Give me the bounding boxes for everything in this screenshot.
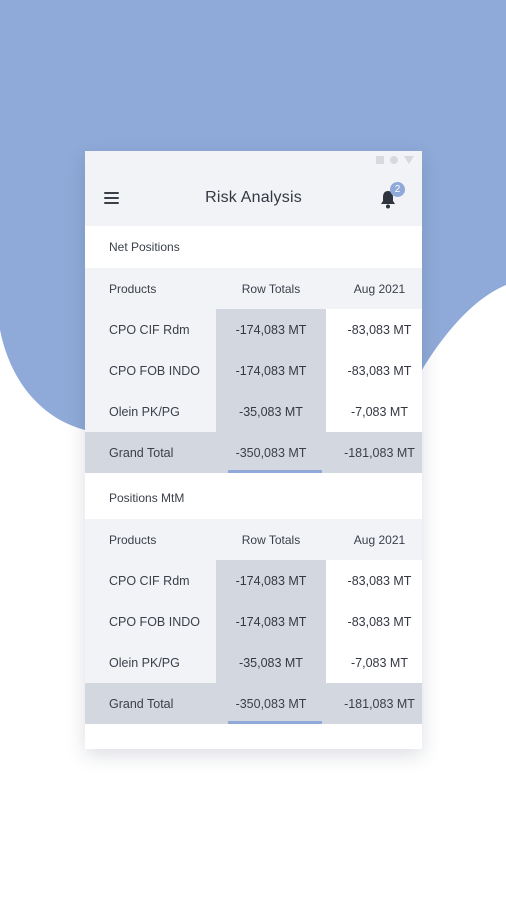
- grand-total-row-total-cell: -350,083 MT: [216, 432, 326, 473]
- aug-2021-cell: -83,083 MT: [326, 309, 422, 350]
- grand-total-row[interactable]: Grand Total -350,083 MT -181,083 MT: [85, 683, 422, 724]
- row-total-cell: -174,083 MT: [216, 350, 326, 391]
- section-title-positions-mtm: Positions MtM: [85, 477, 422, 519]
- product-name: Olein PK/PG: [85, 642, 216, 683]
- positions-mtm-table: Products Row Totals Aug 2021 CPO CIF Rdm…: [85, 519, 422, 724]
- square-icon: [376, 156, 384, 164]
- grand-total-aug-2021: -181,083 MT: [326, 683, 422, 724]
- column-header-row-totals[interactable]: Row Totals: [216, 268, 326, 309]
- table-row[interactable]: CPO CIF Rdm -174,083 MT -83,083 MT: [85, 560, 422, 601]
- grand-total-label: Grand Total: [85, 432, 216, 473]
- triangle-icon: [404, 156, 414, 164]
- grand-total-label: Grand Total: [85, 683, 216, 724]
- column-header-aug-2021[interactable]: Aug 2021: [326, 268, 422, 309]
- row-total-cell: -35,083 MT: [216, 642, 326, 683]
- table-header-row: Products Row Totals Aug 2021: [85, 268, 422, 309]
- product-name: CPO CIF Rdm: [85, 560, 216, 601]
- table-row[interactable]: Olein PK/PG -35,083 MT -7,083 MT: [85, 391, 422, 432]
- selection-underline: [228, 721, 322, 724]
- app-bar: Risk Analysis 2: [85, 171, 422, 226]
- section-title-net-positions: Net Positions: [85, 226, 422, 268]
- aug-2021-cell: -83,083 MT: [326, 350, 422, 391]
- table-row[interactable]: CPO CIF Rdm -174,083 MT -83,083 MT: [85, 309, 422, 350]
- row-total-cell: -174,083 MT: [216, 309, 326, 350]
- grand-total-row-total-cell: -350,083 MT: [216, 683, 326, 724]
- aug-2021-cell: -83,083 MT: [326, 560, 422, 601]
- app-window: Risk Analysis 2 Net Positions Products R…: [85, 151, 422, 749]
- table-header-row: Products Row Totals Aug 2021: [85, 519, 422, 560]
- grand-total-aug-2021: -181,083 MT: [326, 432, 422, 473]
- notifications-button[interactable]: 2: [379, 182, 407, 212]
- column-header-aug-2021[interactable]: Aug 2021: [326, 519, 422, 560]
- table-row[interactable]: Olein PK/PG -35,083 MT -7,083 MT: [85, 642, 422, 683]
- net-positions-table: Products Row Totals Aug 2021 CPO CIF Rdm…: [85, 268, 422, 473]
- product-name: CPO CIF Rdm: [85, 309, 216, 350]
- aug-2021-cell: -83,083 MT: [326, 601, 422, 642]
- column-header-products[interactable]: Products: [85, 268, 216, 309]
- grand-total-row-total: -350,083 MT: [235, 445, 307, 460]
- grand-total-row[interactable]: Grand Total -350,083 MT -181,083 MT: [85, 432, 422, 473]
- page-title: Risk Analysis: [205, 189, 302, 206]
- aug-2021-cell: -7,083 MT: [326, 642, 422, 683]
- row-total-cell: -174,083 MT: [216, 560, 326, 601]
- row-total-cell: -35,083 MT: [216, 391, 326, 432]
- table-row[interactable]: CPO FOB INDO -174,083 MT -83,083 MT: [85, 350, 422, 391]
- product-name: CPO FOB INDO: [85, 601, 216, 642]
- grand-total-row-total: -350,083 MT: [235, 696, 307, 711]
- row-total-cell: -174,083 MT: [216, 601, 326, 642]
- column-header-products[interactable]: Products: [85, 519, 216, 560]
- product-name: Olein PK/PG: [85, 391, 216, 432]
- status-bar: [85, 151, 422, 171]
- circle-icon: [390, 156, 398, 164]
- selection-underline: [228, 470, 322, 473]
- product-name: CPO FOB INDO: [85, 350, 216, 391]
- table-row[interactable]: CPO FOB INDO -174,083 MT -83,083 MT: [85, 601, 422, 642]
- notification-badge: 2: [390, 182, 405, 197]
- column-header-row-totals[interactable]: Row Totals: [216, 519, 326, 560]
- aug-2021-cell: -7,083 MT: [326, 391, 422, 432]
